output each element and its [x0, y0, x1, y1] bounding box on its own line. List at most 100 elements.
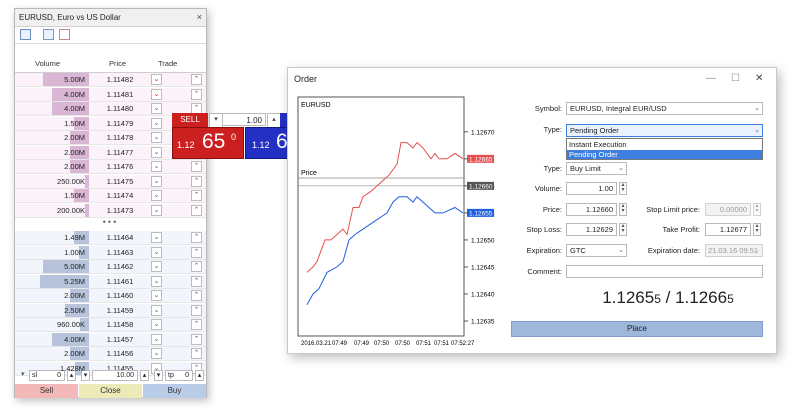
buy-limit-chevron-icon[interactable]: ⌃ — [191, 232, 202, 243]
sell-limit-chevron-icon[interactable]: ⌄ — [151, 190, 162, 201]
price-cell[interactable]: 1.11480 — [90, 102, 150, 115]
tp-field[interactable]: tp 0 — [165, 370, 193, 381]
price-spinner-icon[interactable]: ▴ ▾ — [619, 203, 627, 216]
close-icon[interactable]: × — [197, 12, 202, 22]
buy-limit-chevron-icon[interactable]: ⌃ — [191, 161, 202, 172]
price-cell[interactable]: 1.11474 — [90, 189, 150, 202]
sell-limit-chevron-icon[interactable]: ⌄ — [151, 74, 162, 85]
sell-limit-chevron-icon[interactable]: ⌄ — [151, 232, 162, 243]
type-select[interactable]: Pending Order ⌄ — [566, 124, 763, 137]
buy-button[interactable]: Buy — [143, 384, 206, 398]
expiration-date-input[interactable]: 21.03.16 09:51 ⌄ — [705, 244, 763, 257]
depth-view-icon[interactable] — [43, 29, 54, 40]
sell-limit-chevron-icon[interactable]: ⌄ — [151, 290, 162, 301]
volume-spinner-icon[interactable]: ▴ ▾ — [619, 182, 627, 195]
order-type-select[interactable]: Buy Limit ⌄ — [566, 162, 627, 175]
volume-field[interactable]: 10.00 — [92, 370, 138, 381]
bid-row: 4.00M 1.11457 ⌄ ⌃ — [15, 332, 206, 347]
volume-up-icon[interactable]: ▴ — [267, 113, 281, 128]
stop-loss-input[interactable]: 1.12629 — [566, 223, 617, 236]
sell-limit-chevron-icon[interactable]: ⌄ — [151, 103, 162, 114]
price-cell[interactable]: 1.11457 — [90, 333, 150, 346]
price-cell[interactable]: 1.11478 — [90, 131, 150, 144]
buy-limit-chevron-icon[interactable]: ⌃ — [191, 88, 202, 100]
close-button[interactable]: Close — [79, 384, 142, 398]
price-cell[interactable]: 1.11459 — [90, 304, 150, 317]
price-cell[interactable]: 1.11476 — [90, 160, 150, 173]
sell-limit-chevron-icon[interactable]: ⌄ — [151, 132, 162, 143]
quote-bid-small: 5 — [654, 292, 661, 306]
buy-limit-chevron-icon[interactable]: ⌃ — [191, 348, 202, 359]
type-option-instant[interactable]: Instant Execution — [569, 140, 760, 149]
sell-label[interactable]: SELL — [172, 113, 208, 127]
price-cell[interactable]: 1.11473 — [90, 204, 150, 217]
take-profit-spinner-icon[interactable]: ▴ ▾ — [753, 223, 761, 236]
buy-limit-chevron-icon[interactable]: ⌃ — [191, 275, 202, 287]
tp-up-icon[interactable]: ▴ — [195, 370, 204, 381]
ticks-chart-icon[interactable] — [59, 29, 70, 40]
buy-limit-chevron-icon[interactable]: ⌃ — [191, 246, 202, 258]
volume-up-icon[interactable]: ▴ — [140, 370, 149, 381]
volume-cell: 1.49M — [15, 231, 89, 244]
price-cell[interactable]: 1.11456 — [90, 347, 150, 360]
sell-button[interactable]: Sell — [15, 384, 78, 398]
stop-limit-input[interactable]: 0.00000 — [705, 203, 751, 216]
sell-limit-chevron-icon[interactable]: ⌄ — [151, 88, 162, 100]
expiration-label: Expiration: — [526, 246, 562, 255]
type-value: Pending Order — [570, 126, 619, 135]
stop-loss-spinner-icon[interactable]: ▴ ▾ — [619, 223, 627, 236]
price-cell[interactable]: 1.11458 — [90, 318, 150, 331]
buy-limit-chevron-icon[interactable]: ⌃ — [191, 175, 202, 187]
sell-limit-chevron-icon[interactable]: ⌄ — [151, 161, 162, 172]
sell-limit-chevron-icon[interactable]: ⌄ — [151, 333, 162, 345]
price-cell[interactable]: 1.11461 — [90, 275, 150, 288]
buy-limit-chevron-icon[interactable]: ⌃ — [191, 74, 202, 85]
buy-limit-chevron-icon[interactable]: ⌃ — [191, 319, 202, 330]
bid-row: 1.00M 1.11463 ⌄ ⌃ — [15, 245, 206, 260]
price-cell[interactable]: 1.11481 — [90, 88, 150, 101]
symbol-select[interactable]: EURUSD, Integral EUR/USD ⌄ — [566, 102, 763, 115]
sell-limit-chevron-icon[interactable]: ⌄ — [151, 304, 162, 316]
comment-input[interactable] — [566, 265, 763, 278]
buy-limit-chevron-icon[interactable]: ⌃ — [191, 261, 202, 272]
volume-down-icon[interactable]: ▾ — [209, 113, 223, 128]
sell-limit-chevron-icon[interactable]: ⌄ — [151, 175, 162, 187]
buy-limit-chevron-icon[interactable]: ⌃ — [191, 304, 202, 316]
place-button[interactable]: Place — [511, 321, 763, 337]
sell-limit-chevron-icon[interactable]: ⌄ — [151, 348, 162, 359]
price-cell[interactable]: 1.11460 — [90, 289, 150, 302]
stop-limit-spinner-icon[interactable]: ▴ ▾ — [753, 203, 761, 216]
volume-input[interactable]: 1.00 — [566, 182, 617, 195]
sell-limit-chevron-icon[interactable]: ⌄ — [151, 246, 162, 258]
sell-price-button[interactable]: 1.12 65 0 — [172, 127, 244, 159]
one-click-trading-icon[interactable] — [20, 29, 31, 40]
expiration-date-value: 21.03.16 09:51 — [708, 246, 759, 255]
expiration-select[interactable]: GTC ⌄ — [566, 244, 627, 257]
price-cell[interactable]: 1.11482 — [90, 73, 150, 86]
take-profit-input[interactable]: 1.12677 — [705, 223, 751, 236]
sell-limit-chevron-icon[interactable]: ⌄ — [151, 319, 162, 330]
volume-cell: 1.50M — [15, 116, 89, 130]
buy-limit-chevron-icon[interactable]: ⌃ — [191, 290, 202, 301]
minimize-icon[interactable]: — — [706, 73, 716, 84]
buy-limit-chevron-icon[interactable]: ⌃ — [191, 333, 202, 345]
tp-down-icon[interactable]: ▾ — [154, 370, 163, 381]
price-cell[interactable]: 1.11462 — [90, 260, 150, 273]
price-cell[interactable]: 1.11475 — [90, 175, 150, 188]
buy-limit-chevron-icon[interactable]: ⌃ — [191, 204, 202, 216]
sell-limit-chevron-icon[interactable]: ⌄ — [151, 117, 162, 129]
maximize-icon[interactable]: ☐ — [731, 73, 740, 84]
price-input[interactable]: 1.12660 — [566, 203, 617, 216]
price-cell[interactable]: 1.11463 — [90, 246, 150, 259]
price-cell[interactable]: 1.11479 — [90, 117, 150, 130]
close-icon[interactable]: ✕ — [755, 73, 763, 84]
price-cell[interactable]: 1.11464 — [90, 231, 150, 244]
sell-limit-chevron-icon[interactable]: ⌄ — [151, 204, 162, 216]
sell-limit-chevron-icon[interactable]: ⌄ — [151, 275, 162, 287]
sell-limit-chevron-icon[interactable]: ⌄ — [151, 146, 162, 158]
sell-limit-chevron-icon[interactable]: ⌄ — [151, 261, 162, 272]
buy-limit-chevron-icon[interactable]: ⌃ — [191, 190, 202, 201]
price-cell[interactable]: 1.11477 — [90, 146, 150, 159]
type-option-pending[interactable]: Pending Order — [567, 150, 762, 159]
oneclick-volume-field[interactable]: 1.00 — [222, 113, 266, 126]
